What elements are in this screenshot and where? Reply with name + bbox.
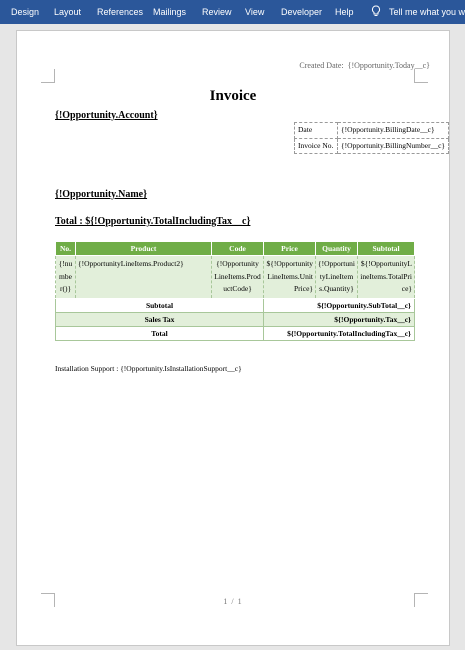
tab-mailings[interactable]: Mailings [153,7,186,17]
info-row-date: Date {!Opportunity.BillingDate__c} [294,122,449,139]
opportunity-name-field: {!Opportunity.Name} [55,189,148,200]
margin-mark-top-right [414,69,428,83]
header-no: No. [55,241,76,256]
header-subtotal: Subtotal [357,241,415,256]
cell-code: {!OpportunityLineItems.ProductCode} [211,255,264,299]
tab-developer[interactable]: Developer [281,7,322,17]
summary-value: ${!Opportunity.Tax__c} [263,311,415,327]
ribbon-tab-bar: Design Layout References Mailings Review… [0,0,465,24]
tab-review[interactable]: Review [202,7,232,17]
info-row-invoice-no: Invoice No. {!Opportunity.BillingNumber_… [294,137,449,154]
header-quantity: Quantity [315,241,358,256]
tab-design[interactable]: Design [11,7,39,17]
document-page: Created Date: {!Opportunity.Today__c} In… [16,30,450,646]
summary-label: Total [55,325,264,341]
summary-row-sales-tax: Sales Tax ${!Opportunity.Tax__c} [55,311,415,327]
header-code: Code [211,241,264,256]
summary-row-total: Total ${!Opportunity.TotalIncludingTax__… [55,325,415,341]
cell-quantity: {!OpportunityLineItems.Quantity} [315,255,358,299]
created-date-value: {!Opportunity.Today__c} [347,61,430,70]
tab-view[interactable]: View [245,7,264,17]
summary-row-subtotal: Subtotal ${!Opportunity.SubTotal__c} [55,297,415,313]
cell-price: ${!OpportunityLineItems.UnitPrice} [263,255,316,299]
page-number: 1 / 1 [223,597,243,606]
account-field: {!Opportunity.Account} [55,110,158,121]
cell-subtotal: ${!OpportunityLineItems.TotalPrice} [357,255,415,299]
created-date: Created Date: {!Opportunity.Today__c} [299,61,430,70]
tell-me-search[interactable]: Tell me what you wa [389,7,465,17]
info-label: Invoice No. [294,137,338,154]
table-row: {!number()} {!OpportunityLineItems.Produ… [55,255,415,299]
info-value: {!Opportunity.BillingNumber__c} [337,137,449,154]
invoice-title: Invoice [209,88,257,104]
cell-product: {!OpportunityLineItems.Product2} [75,255,212,299]
installation-support-line: Installation Support : {!Opportunity.IsI… [55,364,242,373]
header-product: Product [75,241,212,256]
invoice-info-table: Date {!Opportunity.BillingDate__c} Invoi… [294,122,449,154]
summary-value: ${!Opportunity.SubTotal__c} [263,297,415,313]
margin-mark-top-left [41,69,55,83]
lightbulb-icon[interactable] [371,5,381,17]
tab-layout[interactable]: Layout [54,7,81,17]
table-header-row: No. Product Code Price Quantity Subtotal [55,241,415,256]
info-value: {!Opportunity.BillingDate__c} [337,122,449,139]
header-price: Price [263,241,316,256]
info-label: Date [294,122,338,139]
summary-value: ${!Opportunity.TotalIncludingTax__c} [263,325,415,341]
tab-help[interactable]: Help [335,7,354,17]
tab-references[interactable]: References [97,7,143,17]
created-date-label: Created Date: [299,61,344,70]
summary-label: Subtotal [55,297,264,313]
line-items-table: No. Product Code Price Quantity Subtotal… [55,241,415,341]
cell-no: {!number()} [55,255,76,299]
summary-label: Sales Tax [55,311,264,327]
total-line: Total : ${!Opportunity.TotalIncludingTax… [55,216,251,227]
